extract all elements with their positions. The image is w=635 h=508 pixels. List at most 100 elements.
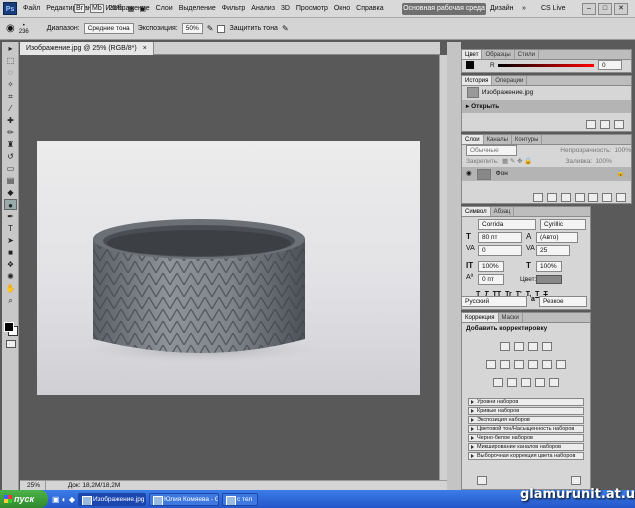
range-select[interactable]: Средние тона xyxy=(83,23,134,34)
tab-color[interactable]: Цвет xyxy=(462,50,483,59)
hue-saturation-icon[interactable] xyxy=(500,360,511,369)
curves-icon[interactable] xyxy=(527,342,538,351)
menu-filter[interactable]: Фильтр xyxy=(219,5,249,12)
tab-actions[interactable]: Операции xyxy=(492,76,528,85)
text-color-swatch[interactable] xyxy=(536,275,562,284)
close-tab-icon[interactable]: × xyxy=(143,45,147,52)
preset-channel-mixer[interactable]: Микширование каналов наборов xyxy=(468,443,584,451)
opacity-value[interactable]: 100% xyxy=(614,145,631,156)
gradient-map-icon[interactable] xyxy=(534,378,545,387)
pen-tool-icon[interactable]: ✒ xyxy=(4,211,17,222)
arrange-icon[interactable]: ▦ xyxy=(128,5,135,13)
red-slider[interactable] xyxy=(498,64,594,67)
3d-rotate-tool-icon[interactable]: ❖ xyxy=(4,259,17,270)
preset-levels[interactable]: Уровни наборов xyxy=(468,398,584,406)
eye-icon[interactable]: ◉ xyxy=(466,167,472,181)
3d-camera-tool-icon[interactable]: ✺ xyxy=(4,271,17,282)
menu-file[interactable]: Файл xyxy=(20,5,43,12)
tab-history[interactable]: История xyxy=(462,76,493,85)
stamp-tool-icon[interactable]: ♜ xyxy=(4,139,17,150)
return-icon[interactable] xyxy=(477,476,487,485)
tab-channels[interactable]: Каналы xyxy=(484,135,512,144)
leading-input[interactable]: (Авто) xyxy=(536,232,578,243)
lock-icons[interactable]: ▦ ✎ ✥ 🔒 xyxy=(502,156,533,167)
menu-select[interactable]: Выделение xyxy=(176,5,219,12)
mask-icon[interactable] xyxy=(560,192,571,202)
adjustment-layer-icon[interactable] xyxy=(574,192,585,202)
delete-layer-icon[interactable] xyxy=(616,192,626,202)
tab-masks[interactable]: Маски xyxy=(499,313,523,322)
brush-tool-icon[interactable]: ✏ xyxy=(4,127,17,138)
antialias-select[interactable]: Резкое xyxy=(539,296,587,307)
minimize-icon[interactable]: – xyxy=(582,3,596,15)
tool-preset-icon[interactable]: ◉ xyxy=(6,23,15,34)
menu-help[interactable]: Справка xyxy=(353,5,386,12)
preset-exposure[interactable]: Экспозиция наборов xyxy=(468,416,584,424)
workspace-more-button[interactable]: » xyxy=(522,3,526,15)
menu-layers[interactable]: Слои xyxy=(153,5,176,12)
taskbar-folder[interactable]: с тел xyxy=(222,492,258,506)
zoom-level[interactable]: 25% xyxy=(24,481,46,490)
shape-tool-icon[interactable]: ■ xyxy=(4,247,17,258)
preset-hue-saturation[interactable]: Цветовой тон/Насыщенность наборов xyxy=(468,425,584,433)
quick-select-tool-icon[interactable]: ✧ xyxy=(4,79,17,90)
zoom-select[interactable]: 25% xyxy=(109,5,123,12)
document-image[interactable] xyxy=(37,141,420,395)
menu-3d[interactable]: 3D xyxy=(278,5,293,12)
tab-styles[interactable]: Стили xyxy=(515,50,539,59)
workspace-essentials-button[interactable]: Основная рабочая среда xyxy=(402,3,486,15)
document-tab[interactable]: Изображение.jpg @ 25% (RGB/8*) × xyxy=(20,42,154,55)
trash-icon[interactable] xyxy=(614,119,624,129)
layer-row-background[interactable]: ◉ Фон 🔒 xyxy=(462,167,631,181)
bridge-icon[interactable]: Br xyxy=(74,4,85,13)
exposure-input[interactable]: 50% xyxy=(181,23,203,34)
channel-value[interactable]: 0 xyxy=(598,60,622,70)
menu-view[interactable]: Просмотр xyxy=(293,5,331,12)
hand-tool-icon[interactable]: ✋ xyxy=(4,283,17,294)
quicklaunch-icons[interactable]: ▣ ◐ ◆ xyxy=(52,495,75,504)
menu-analysis[interactable]: Анализ xyxy=(248,5,278,12)
airbrush-icon[interactable]: ✎ xyxy=(207,24,214,33)
eraser-tool-icon[interactable]: ▭ xyxy=(4,163,17,174)
lasso-tool-icon[interactable]: ◌ xyxy=(4,67,17,78)
black-white-icon[interactable] xyxy=(527,360,538,369)
selective-color-icon[interactable] xyxy=(548,378,559,387)
tablet-pressure-icon[interactable]: ✎ xyxy=(282,24,289,33)
tracking-input[interactable]: 25 xyxy=(536,245,570,256)
history-step[interactable]: Открыть xyxy=(471,103,499,110)
fx-icon[interactable] xyxy=(546,192,557,202)
horizontal-scale-input[interactable]: 100% xyxy=(536,261,562,272)
language-select[interactable]: Русский xyxy=(461,296,527,307)
new-document-icon[interactable] xyxy=(586,119,597,129)
snapshot-icon[interactable] xyxy=(600,119,611,129)
folder-icon[interactable] xyxy=(588,192,599,202)
start-button[interactable]: пуск xyxy=(0,490,48,508)
posterize-icon[interactable] xyxy=(507,378,518,387)
photo-filter-icon[interactable] xyxy=(541,360,552,369)
new-layer-icon[interactable] xyxy=(602,192,613,202)
close-icon[interactable]: ✕ xyxy=(614,3,628,15)
path-select-tool-icon[interactable]: ➤ xyxy=(4,235,17,246)
brush-preset-picker[interactable]: • 236 xyxy=(19,23,29,35)
tab-paragraph[interactable]: Абзац xyxy=(491,207,515,216)
color-fg-swatch[interactable] xyxy=(466,61,474,69)
cs-live-button[interactable]: CS Live xyxy=(541,3,566,15)
preset-black-white[interactable]: Черно-белое наборов xyxy=(468,434,584,442)
tab-adjustments[interactable]: Коррекция xyxy=(462,313,499,322)
type-tool-icon[interactable]: T xyxy=(4,223,17,234)
dodge-tool-icon[interactable]: ● xyxy=(4,199,17,210)
font-style-select[interactable]: Cyrillic xyxy=(540,219,586,230)
taskbar-photoshop[interactable]: Изображение.jpg @ 25... xyxy=(78,492,146,506)
history-brush-tool-icon[interactable]: ↺ xyxy=(4,151,17,162)
screen-mode-icon[interactable]: ▣ xyxy=(139,5,146,13)
blur-tool-icon[interactable]: ◆ xyxy=(4,187,17,198)
baseline-input[interactable]: 0 пт xyxy=(478,274,504,285)
fill-value[interactable]: 100% xyxy=(595,156,612,167)
tab-layers[interactable]: Слои xyxy=(462,135,484,144)
protect-tones-checkbox[interactable] xyxy=(217,24,226,33)
color-balance-icon[interactable] xyxy=(514,360,525,369)
brightness-icon[interactable] xyxy=(500,342,511,351)
foreground-color-swatch[interactable] xyxy=(4,322,14,332)
minibridge-icon[interactable]: Mb xyxy=(90,4,104,13)
gradient-tool-icon[interactable]: ▤ xyxy=(4,175,17,186)
